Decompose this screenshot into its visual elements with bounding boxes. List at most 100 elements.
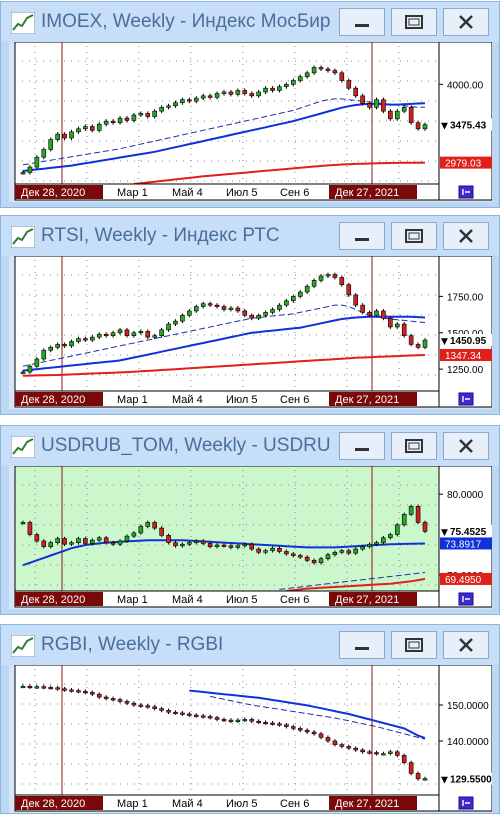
candle	[332, 70, 338, 74]
time-axis-label: Мар 1	[117, 798, 148, 810]
candle	[381, 753, 386, 756]
candle	[221, 719, 227, 722]
candle	[228, 545, 234, 548]
candle	[138, 331, 144, 334]
candle	[249, 315, 255, 319]
candle	[96, 333, 102, 338]
price-chart[interactable]: 1750.001500.001250.00▼1450.951347.34Дек …	[9, 256, 492, 409]
plot-area[interactable]	[14, 256, 440, 408]
time-axis-label: Май 4	[172, 798, 203, 810]
candle	[83, 691, 88, 694]
window-titlebar[interactable]: RTSI, Weekly - Индекс РТС	[1, 216, 499, 256]
candle	[117, 117, 123, 123]
minimize-button[interactable]	[339, 432, 385, 460]
window-titlebar[interactable]: RGBI, Weekly - RGBI	[1, 625, 499, 665]
window-titlebar[interactable]: USDRUB_TOM, Weekly - USDRUB_T...	[1, 426, 499, 466]
candle	[152, 110, 157, 117]
candle	[228, 91, 234, 95]
candle	[277, 547, 282, 552]
candle	[55, 687, 60, 690]
candle	[367, 543, 372, 547]
time-axis-label: Июл 5	[226, 394, 258, 406]
candle	[291, 726, 296, 729]
candle	[422, 339, 428, 348]
candle	[20, 172, 26, 175]
close-button[interactable]	[443, 631, 489, 659]
candle	[193, 540, 199, 543]
maximize-button[interactable]	[391, 432, 437, 460]
close-button[interactable]	[443, 8, 489, 36]
time-axis-label: Июл 5	[226, 187, 258, 199]
candle	[62, 538, 67, 545]
candle	[249, 543, 255, 550]
candle	[318, 558, 324, 564]
minimize-button[interactable]	[339, 222, 385, 250]
candle	[173, 320, 178, 325]
candle	[187, 310, 192, 316]
candle	[353, 548, 358, 554]
candle	[304, 556, 310, 561]
price-chart[interactable]: 150.0000 140.0000 ▼ 129.5500 Дек 28, 2020 Мар…	[9, 665, 492, 813]
candle	[401, 514, 407, 526]
chart-window-imoex[interactable]: IMOEX, Weekly - Индекс МосБиржи 4000.00 ▼…	[0, 1, 500, 208]
maximize-button[interactable]	[391, 8, 437, 36]
window-titlebar[interactable]: IMOEX, Weekly - Индекс МосБиржи	[1, 2, 499, 42]
time-axis-label: Сен 6	[280, 594, 309, 606]
candle	[96, 693, 102, 698]
candle	[360, 546, 365, 550]
candle	[401, 755, 407, 763]
price-chart[interactable]: 80.000070.0000▼75.452573.891769.4950Дек …	[9, 466, 492, 609]
chart-window-rtsi[interactable]: RTSI, Weekly - Индекс РТС 1750.001500.00…	[0, 215, 500, 415]
candle	[69, 131, 74, 139]
candle	[346, 80, 352, 89]
candle	[214, 304, 220, 307]
plot-area[interactable]	[14, 466, 440, 608]
maximize-button[interactable]	[391, 222, 437, 250]
candle	[408, 335, 414, 345]
candle	[263, 312, 268, 316]
candle	[367, 751, 372, 754]
candle	[277, 723, 282, 726]
candle	[180, 315, 185, 322]
candle	[41, 686, 47, 689]
time-axis-label: Июл 5	[226, 798, 258, 810]
close-button[interactable]	[443, 432, 489, 460]
plot-area[interactable]	[14, 665, 440, 812]
candle	[173, 711, 178, 715]
candle	[117, 699, 123, 702]
maximize-icon	[405, 229, 423, 243]
minimize-button[interactable]	[339, 8, 385, 36]
time-axis-label: Май 4	[172, 187, 203, 199]
candle	[235, 545, 241, 548]
candle	[34, 358, 40, 367]
candle	[27, 365, 33, 373]
candle	[415, 505, 421, 523]
close-icon	[459, 15, 473, 29]
candle	[41, 149, 47, 158]
chart-window-rgbi[interactable]: RGBI, Weekly - RGBI 150.0000 140.0000 ▼ 129…	[0, 624, 500, 814]
candle	[304, 285, 310, 293]
candle	[138, 113, 144, 116]
price-chart[interactable]: 4000.00 ▼ 3475.43 2979.03 Дек 28, 2020 Мар 1 М…	[9, 42, 492, 202]
maximize-button[interactable]	[391, 631, 437, 659]
candle	[124, 329, 130, 336]
candle	[353, 294, 358, 306]
candle	[367, 103, 372, 108]
candle	[193, 714, 199, 717]
candle	[325, 68, 331, 71]
candle	[263, 721, 268, 725]
chart-window-usdrub[interactable]: USDRUB_TOM, Weekly - USDRUB_T... 80.0000…	[0, 425, 500, 615]
candle	[152, 335, 157, 338]
candle	[270, 309, 275, 313]
candle	[20, 371, 26, 374]
candle	[394, 751, 400, 756]
candle	[408, 762, 414, 774]
close-button[interactable]	[443, 222, 489, 250]
candle	[339, 72, 345, 81]
candle	[207, 303, 213, 306]
candle	[103, 120, 109, 125]
candle	[103, 696, 109, 699]
minimize-button[interactable]	[339, 631, 385, 659]
candle	[27, 522, 33, 535]
candle	[311, 560, 317, 564]
